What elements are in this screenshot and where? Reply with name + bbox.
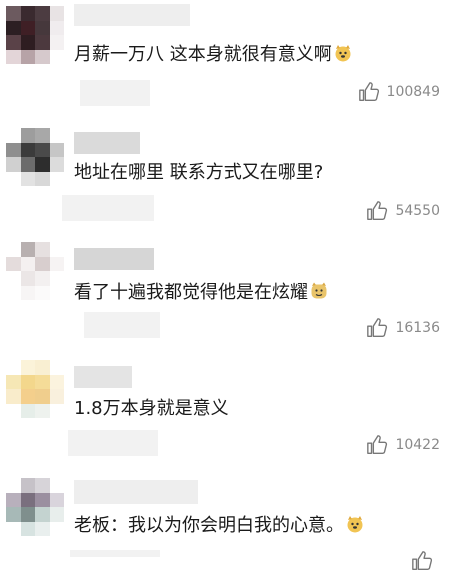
comment-text: 1.8万本身就是意义 <box>74 397 229 421</box>
comment-item: 地址在哪里 联系方式又在哪里? 54550 <box>0 116 452 234</box>
doge-icon <box>311 282 327 299</box>
comment-text: 地址在哪里 联系方式又在哪里? <box>74 161 323 185</box>
timestamp-placeholder <box>68 430 158 456</box>
comment-item: 老板：我以为你会明白我的心意。 <box>0 468 452 570</box>
like-button[interactable]: 10422 <box>366 434 440 456</box>
username-placeholder[interactable] <box>74 366 132 388</box>
comment-item: 看了十遍我都觉得他是在炫耀 16136 <box>0 234 452 352</box>
comment-item: 月薪一万八 这本身就很有意义啊 100849 <box>0 0 452 116</box>
thumbs-up-icon <box>367 318 388 337</box>
dog-face-icon <box>335 45 351 62</box>
comment-text: 月薪一万八 这本身就很有意义啊 <box>74 43 352 67</box>
thumbs-up-icon <box>358 82 379 101</box>
timestamp-placeholder <box>70 550 160 557</box>
avatar[interactable] <box>6 242 64 300</box>
timestamp-placeholder <box>84 312 160 338</box>
timestamp-placeholder <box>80 80 150 106</box>
comment-text-content: 老板：我以为你会明白我的心意。 <box>74 515 344 536</box>
avatar[interactable] <box>6 360 64 418</box>
username-placeholder[interactable] <box>74 132 140 154</box>
avatar[interactable] <box>6 6 64 64</box>
username-placeholder[interactable] <box>74 248 154 270</box>
like-count: 54550 <box>395 203 440 219</box>
like-count: 100849 <box>386 84 440 100</box>
avatar[interactable] <box>6 128 64 186</box>
thumbs-up-icon <box>412 551 433 570</box>
like-count: 10422 <box>395 437 440 453</box>
comment-text: 老板：我以为你会明白我的心意。 <box>74 514 364 538</box>
comment-item: 1.8万本身就是意义 10422 <box>0 352 452 468</box>
thumbs-up-icon <box>367 201 388 220</box>
timestamp-placeholder <box>62 195 154 221</box>
comment-text-content: 1.8万本身就是意义 <box>74 398 229 419</box>
dog-face-icon <box>347 516 363 533</box>
comment-text-content: 地址在哪里 联系方式又在哪里? <box>74 162 324 183</box>
username-placeholder[interactable] <box>74 4 190 26</box>
like-button[interactable]: 16136 <box>366 317 440 339</box>
thumbs-up-icon <box>367 435 388 454</box>
comment-text-content: 月薪一万八 这本身就很有意义啊 <box>74 44 332 65</box>
comment-text-content: 看了十遍我都觉得他是在炫耀 <box>74 282 308 303</box>
like-button[interactable]: 54550 <box>366 200 440 222</box>
comment-text: 看了十遍我都觉得他是在炫耀 <box>74 281 328 305</box>
like-button[interactable] <box>411 550 440 572</box>
username-placeholder[interactable] <box>74 480 198 504</box>
like-count: 16136 <box>395 320 440 336</box>
like-button[interactable]: 100849 <box>358 81 440 103</box>
avatar[interactable] <box>6 478 64 536</box>
